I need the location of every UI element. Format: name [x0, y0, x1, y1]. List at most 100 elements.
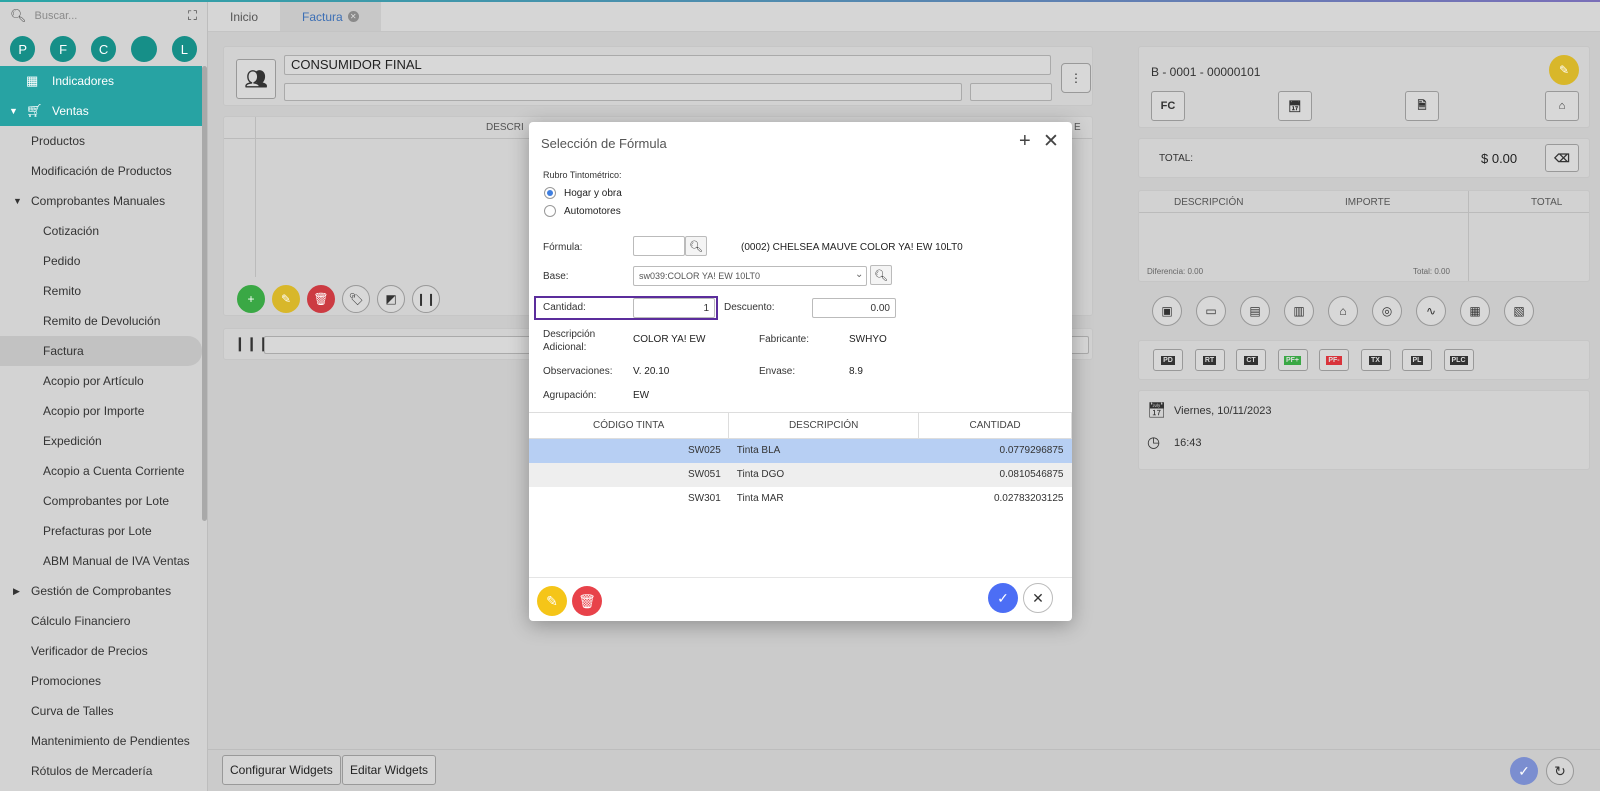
doc-button[interactable]: RT [1194, 349, 1225, 371]
base-select[interactable]: sw039:COLOR YA! EW 10LT0 [633, 266, 867, 286]
sidebar-item[interactable]: Cotización [0, 216, 202, 246]
delete-item-button[interactable]: 🗑︎ [307, 285, 335, 313]
close-tab-icon[interactable]: ✕ [347, 11, 359, 22]
sidebar-item[interactable]: Rótulos de Mercadería [0, 756, 202, 786]
bank-icon[interactable]: ⌂ [1328, 296, 1358, 326]
store-icon[interactable]: ⌂ [1545, 91, 1579, 121]
voucher-type-button[interactable]: FC [1151, 91, 1185, 121]
avatar[interactable]: C [90, 36, 117, 62]
sidebar-item-label: Expedición [43, 434, 102, 448]
table-row[interactable]: SW051 Tinta DGO 0.0810546875 [529, 462, 1072, 487]
caret-down-icon[interactable]: ▼ [9, 106, 18, 116]
sidebar-item[interactable]: Modificación de Productos [0, 156, 202, 186]
chevron-down-icon[interactable]: ⌄ [855, 269, 863, 280]
doc-button[interactable]: PL [1402, 349, 1432, 371]
sidebar-scrollbar[interactable] [202, 66, 207, 521]
formula-input[interactable] [633, 236, 685, 256]
cantidad-input[interactable]: 1 [633, 298, 715, 318]
sidebar-item[interactable]: Acopio a Cuenta Corriente [0, 456, 202, 486]
edit-button[interactable]: ✎ [537, 586, 567, 616]
sidebar-item[interactable]: ABM Manual de IVA Ventas [0, 546, 202, 576]
fullscreen-icon[interactable]: ⛶ [188, 8, 197, 24]
confirm-button[interactable]: ✓ [1510, 757, 1538, 785]
add-item-button[interactable]: + [237, 285, 265, 313]
descuento-input[interactable]: 0.00 [812, 298, 896, 318]
cash-icon[interactable]: ▣ [1152, 296, 1182, 326]
table-row[interactable]: SW025 Tinta BLA 0.0779296875 [529, 438, 1072, 463]
sidebar-item[interactable]: ▼ 🛒︎ Ventas [0, 96, 202, 126]
edit-widgets-button[interactable]: Editar Widgets [342, 755, 437, 785]
customer-icon[interactable]: 👥︎ [236, 59, 276, 99]
barcode-icon[interactable]: ❙❙ [412, 285, 440, 313]
cancel-button[interactable]: ✕ [1023, 583, 1053, 613]
search-icon[interactable]: 🔍︎ [685, 236, 707, 256]
avatar[interactable]: F [50, 36, 76, 62]
avatar[interactable] [131, 36, 157, 62]
refresh-icon[interactable]: ↻ [1546, 757, 1574, 785]
calendar-icon[interactable]: 📅︎ [1278, 91, 1312, 121]
sidebar-item[interactable]: Factura [0, 336, 202, 366]
more-options-icon[interactable]: ⋮ [1061, 63, 1091, 93]
wallet-icon[interactable]: ▤ [1240, 296, 1270, 326]
sidebar-item[interactable]: Comprobantes por Lote [0, 486, 202, 516]
sidebar-item[interactable]: Remito de Devolución [0, 306, 202, 336]
column-header[interactable]: CANTIDAD [918, 412, 1072, 439]
table-row[interactable]: SW301 Tinta MAR 0.02783203125 [529, 487, 1072, 511]
sidebar-item[interactable]: Pedido [0, 246, 202, 276]
doc-button[interactable]: TX [1360, 349, 1391, 371]
tag-icon[interactable]: 🏷︎ [342, 285, 370, 313]
sidebar-item[interactable]: Productos [0, 126, 202, 156]
sidebar-item[interactable]: ▼ Comprobantes Manuales [0, 186, 202, 216]
document-icon[interactable]: 🗎 [1405, 91, 1439, 121]
backspace-icon[interactable]: ⌫ [1545, 144, 1579, 172]
qr-icon[interactable]: ▦ [1460, 296, 1490, 326]
sidebar-item[interactable]: ▦ Indicadores [0, 66, 202, 96]
tab-inicio[interactable]: Inicio [208, 2, 280, 31]
customer-name-field[interactable]: CONSUMIDOR FINAL [284, 55, 1051, 75]
sidebar-item[interactable]: Expedición [0, 426, 202, 456]
doc-button[interactable]: PD [1153, 349, 1183, 371]
transfer-icon[interactable]: ∿ [1416, 296, 1446, 326]
sidebar-item[interactable]: Remito [0, 276, 202, 306]
voucher-number: B - 0001 - 00000101 [1151, 65, 1261, 79]
caret-down-icon[interactable]: ▼ [13, 196, 22, 206]
close-icon[interactable]: ✕ [1043, 130, 1059, 153]
doc-button[interactable]: PF+ [1277, 349, 1308, 371]
column-header[interactable]: CÓDIGO TINTA [529, 412, 730, 439]
customer-extra-field[interactable] [970, 83, 1052, 101]
edit-item-button[interactable]: ✎ [272, 285, 300, 313]
voucher-icon[interactable]: ▥ [1284, 296, 1314, 326]
delete-button[interactable]: 🗑︎ [572, 586, 602, 616]
sidebar-search[interactable]: 🔍︎ Buscar... ⛶ [0, 2, 207, 30]
column-header[interactable]: DESCRIPCIÓN [728, 412, 920, 439]
accept-button[interactable]: ✓ [988, 583, 1018, 613]
search-icon[interactable]: 🔍︎ [870, 265, 892, 285]
doc-button[interactable]: CT [1236, 349, 1266, 371]
configure-widgets-button[interactable]: Configurar Widgets [222, 755, 341, 785]
sidebar-item[interactable]: ▶ Gestión de Comprobantes [0, 576, 202, 606]
paint-bucket-icon[interactable]: ◩ [377, 285, 405, 313]
tab-factura[interactable]: Factura ✕ [280, 2, 381, 31]
plus-icon[interactable]: + [1019, 130, 1031, 153]
sidebar-item[interactable]: Promociones [0, 666, 202, 696]
customer-detail-field[interactable] [284, 83, 962, 101]
cheque-icon[interactable]: ▧ [1504, 296, 1534, 326]
caret-right-icon[interactable]: ▶ [13, 586, 20, 597]
doc-button[interactable]: PF- [1319, 349, 1349, 371]
radio-automotores[interactable] [544, 205, 556, 217]
sidebar-item[interactable]: Verificador de Precios [0, 636, 202, 666]
sidebar-item[interactable]: Mantenimiento de Pendientes [0, 726, 202, 756]
edit-voucher-button[interactable]: ✎ [1549, 55, 1579, 85]
card-icon[interactable]: ▭ [1196, 296, 1226, 326]
sidebar-item[interactable]: Cálculo Financiero [0, 606, 202, 636]
doc-button[interactable]: PLC [1443, 349, 1474, 371]
coins-icon[interactable]: ◎ [1372, 296, 1402, 326]
sidebar-item[interactable]: Acopio por Artículo [0, 366, 202, 396]
avatar[interactable]: P [10, 36, 36, 62]
sidebar-item[interactable]: Curva de Talles [0, 696, 202, 726]
radio-hogar[interactable] [544, 187, 556, 199]
search-input[interactable]: Buscar... [35, 10, 188, 22]
sidebar-item[interactable]: Acopio por Importe [0, 396, 202, 426]
sidebar-item[interactable]: Prefacturas por Lote [0, 516, 202, 546]
avatar[interactable]: L [171, 36, 198, 62]
